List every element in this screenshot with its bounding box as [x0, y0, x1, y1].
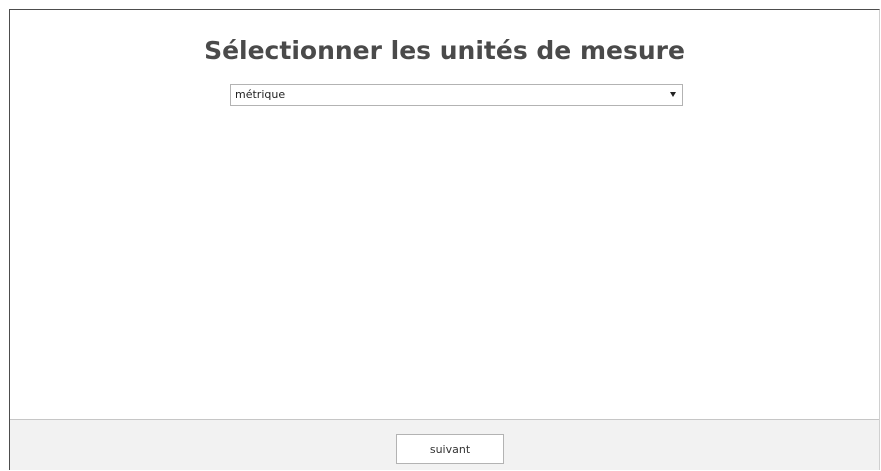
next-button[interactable]: suivant [396, 434, 504, 464]
units-select[interactable]: métrique [230, 84, 683, 106]
page-title: Sélectionner les unités de mesure [204, 36, 685, 65]
dropdown-arrow-icon [670, 92, 676, 97]
setup-window: Sélectionner les unités de mesure métriq… [9, 9, 880, 470]
footer-bar: suivant [10, 419, 879, 470]
units-select-value: métrique [235, 88, 286, 101]
